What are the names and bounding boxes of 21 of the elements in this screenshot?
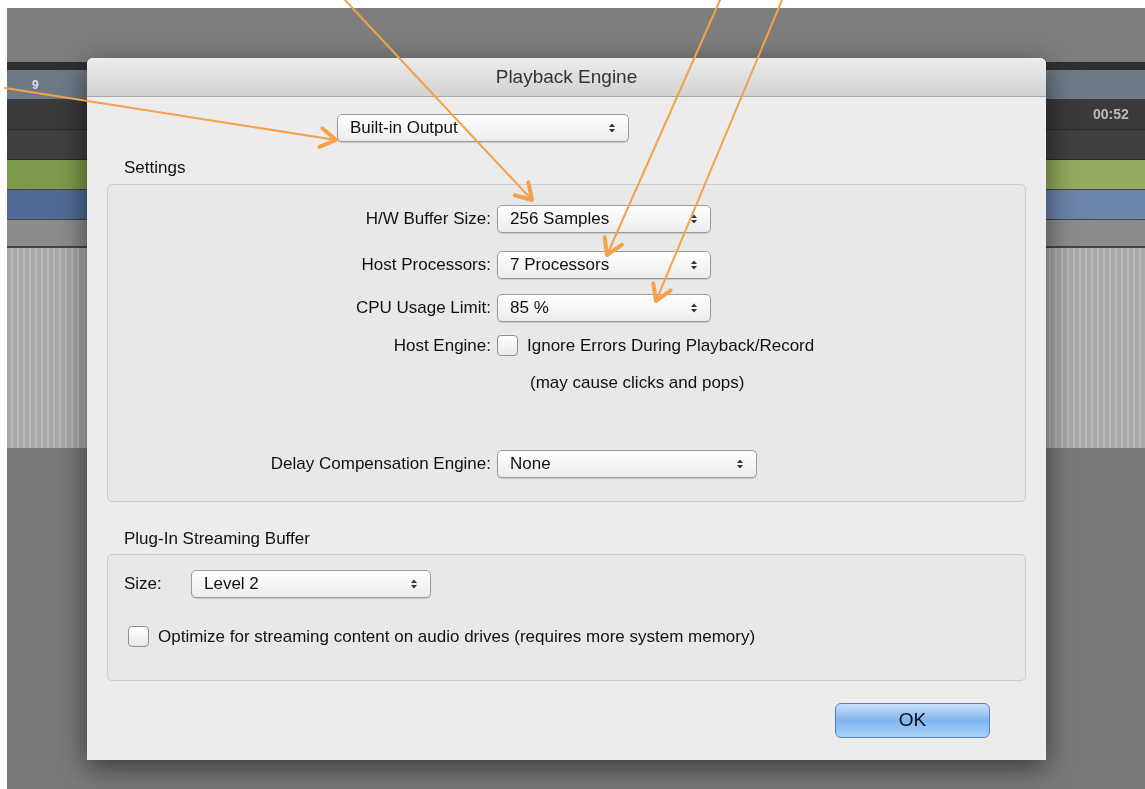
ok-button[interactable]: OK: [835, 703, 990, 738]
field-label: Size:: [124, 573, 163, 596]
field-label: H/W Buffer Size:: [365, 207, 491, 230]
window-title: Playback Engine: [495, 64, 638, 89]
device-select[interactable]: Built-in Output: [337, 114, 629, 142]
checkbox-label: Ignore Errors During Playback/Record: [527, 334, 815, 357]
timecode: 00:52: [1093, 105, 1130, 124]
field-label: CPU Usage Limit:: [355, 296, 491, 319]
ruler-label: 9: [32, 76, 39, 94]
option-select[interactable]: 7 Processors: [497, 250, 711, 279]
option-select[interactable]: None: [497, 449, 757, 478]
note-text: (may cause clicks and pops): [530, 372, 745, 394]
field-label: Host Engine:: [393, 334, 491, 357]
field-label: Delay Compensation Engine:: [270, 452, 491, 475]
section-title: Settings: [124, 157, 186, 179]
section-title: Plug-In Streaming Buffer: [124, 527, 310, 550]
option-select[interactable]: 85 %: [497, 293, 711, 322]
option-select[interactable]: 256 Samples: [497, 204, 711, 233]
checkbox-label: Optimize for streaming content on audio drives (requires more system memory): [158, 626, 756, 648]
field-label: Host Processors:: [361, 253, 491, 276]
size-select[interactable]: Level 2: [191, 570, 431, 598]
